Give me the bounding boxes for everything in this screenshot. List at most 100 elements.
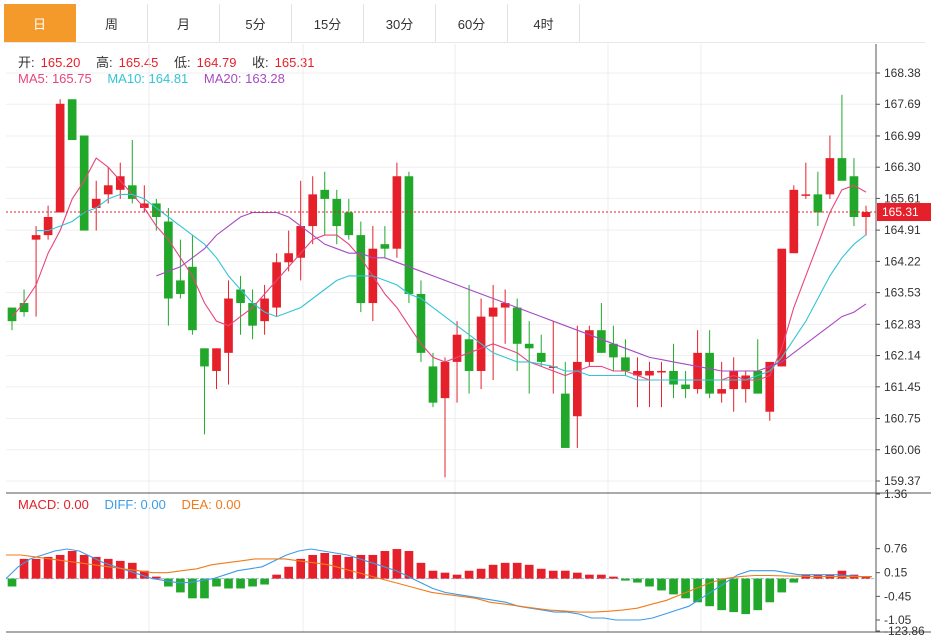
price-tick-label: 162.83 — [884, 317, 921, 331]
candle-body — [801, 194, 811, 196]
ma5-line — [11, 157, 867, 381]
macd-bar — [392, 549, 402, 579]
candle-body — [428, 366, 438, 403]
candle-body — [127, 185, 137, 199]
candle-body — [597, 330, 606, 353]
price-tick-label: 168.38 — [884, 66, 921, 80]
macd-bar — [428, 570, 438, 579]
price-tick-label: 166.30 — [884, 160, 921, 174]
macd-bar — [597, 574, 606, 579]
candle-body — [212, 348, 221, 371]
candle-body — [488, 307, 498, 317]
macd-bar — [548, 570, 558, 579]
candle-body — [536, 352, 546, 362]
macd-bar — [789, 578, 799, 583]
macd-bar — [572, 572, 582, 579]
macd-bar — [260, 578, 269, 585]
macd-bar — [284, 566, 293, 579]
candle-body — [717, 389, 726, 394]
candle-body — [669, 370, 678, 385]
price-tick-label: 164.22 — [884, 254, 921, 268]
candle-body — [621, 357, 630, 371]
ma10-line — [36, 193, 867, 381]
macd-tick-label: 1.36 — [884, 487, 908, 501]
candle-body — [272, 262, 281, 308]
macd-bar — [103, 558, 113, 579]
macd-bar — [524, 564, 534, 579]
candle-body — [356, 235, 366, 304]
macd-bar — [609, 576, 618, 579]
macd-bar — [212, 578, 221, 587]
candle-body — [789, 189, 799, 254]
macd-bar — [404, 551, 414, 579]
macd-bar — [368, 554, 378, 579]
candle-body — [524, 343, 534, 349]
candle-body — [43, 217, 53, 236]
macd-bar — [729, 578, 739, 613]
macd-bar — [248, 578, 257, 587]
macd-tick-label: -123.86 — [884, 624, 925, 636]
macd-bar — [621, 578, 630, 581]
candle-body — [103, 185, 113, 195]
candle-body — [55, 103, 65, 213]
last-price-label: 165.31 — [882, 205, 919, 219]
macd-bar — [43, 556, 53, 579]
candle-body — [645, 370, 654, 376]
macd-bar — [176, 578, 185, 593]
macd-tick-label: -0.45 — [884, 589, 912, 603]
candle-body — [837, 158, 847, 181]
macd-bar — [536, 568, 546, 579]
price-tick-label: 167.69 — [884, 97, 921, 111]
macd-bar — [272, 574, 281, 579]
candle-body — [344, 212, 354, 236]
candle-body — [31, 235, 41, 240]
macd-bar — [681, 578, 690, 599]
kline-chart[interactable]: 168.38167.69166.99166.30165.61164.91164.… — [0, 0, 931, 636]
candle-body — [849, 176, 859, 217]
macd-tick-label: 0.76 — [884, 542, 908, 556]
macd-bar — [236, 578, 245, 589]
candle-body — [657, 370, 666, 373]
macd-bar — [753, 578, 763, 611]
macd-bar — [164, 578, 173, 587]
candle-body — [91, 198, 101, 208]
macd-bar — [476, 568, 486, 579]
macd-bar — [669, 578, 678, 595]
macd-bar — [645, 578, 654, 587]
price-tick-label: 164.91 — [884, 223, 921, 237]
price-tick-label: 166.99 — [884, 129, 921, 143]
macd-bar — [560, 570, 570, 579]
macd-bar — [585, 574, 594, 579]
candle-body — [67, 99, 77, 141]
candle-body — [308, 194, 318, 227]
candle-body — [7, 307, 17, 322]
macd-bar — [416, 562, 426, 579]
candle-body — [248, 303, 257, 326]
candle-body — [813, 194, 823, 213]
candle-body — [380, 244, 390, 249]
candle-body — [512, 307, 522, 344]
candle-body — [19, 303, 29, 313]
macd-bar — [308, 554, 318, 579]
candle-body — [79, 135, 89, 231]
candle-body — [681, 384, 690, 390]
macd-bar — [55, 554, 65, 579]
candle-body — [284, 253, 293, 263]
macd-bar — [657, 578, 666, 591]
macd-bar — [741, 578, 751, 615]
macd-bar — [633, 578, 642, 583]
macd-bar — [777, 578, 787, 593]
price-tick-label: 160.06 — [884, 443, 921, 457]
candle-body — [236, 289, 245, 304]
candle-body — [705, 352, 714, 394]
candle-body — [825, 158, 835, 195]
candle-body — [404, 176, 414, 294]
macd-bar — [224, 578, 233, 589]
macd-bar — [200, 578, 209, 599]
candle-body — [200, 348, 209, 367]
price-tick-label: 163.53 — [884, 286, 921, 300]
candle-body — [741, 375, 751, 390]
macd-bar — [7, 578, 17, 587]
macd-bar — [464, 570, 474, 579]
ma20-line — [156, 211, 867, 372]
